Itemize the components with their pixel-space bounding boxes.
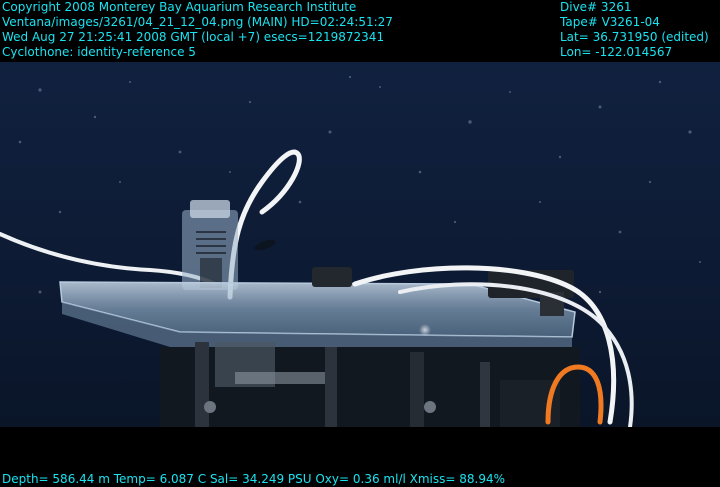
identity-text: Cyclothone: identity-reference 5 [2,45,196,59]
longitude-text: Lon= -122.014567 [560,45,673,59]
dive-number-text: Dive# 3261 [560,0,632,14]
mount-block-center [312,267,352,287]
video-frame: Copyright 2008 Monterey Bay Aquarium Res… [0,0,720,486]
tape-number-text: Tape# V3261-04 [560,15,660,29]
light-reflection [419,324,431,336]
image-path-text: Ventana/images/3261/04_21_12_04.png (MAI… [2,15,393,29]
underwater-scene [0,62,720,427]
copyright-text: Copyright 2008 Monterey Bay Aquarium Res… [2,0,357,14]
sampler-frame [160,342,580,427]
overlay-top-left: Copyright 2008 Monterey Bay Aquarium Res… [2,0,393,60]
valve-assembly [182,200,238,290]
sensor-readout-text: Depth= 586.44 m Temp= 6.087 C Sal= 34.24… [2,472,506,486]
overlay-top-right: Dive# 3261 Tape# V3261-04 Lat= 36.731950… [560,0,709,60]
latitude-text: Lat= 36.731950 (edited) [560,30,709,44]
overlay-bottom: Depth= 586.44 m Temp= 6.087 C Sal= 34.24… [2,472,505,487]
timestamp-text: Wed Aug 27 21:25:41 2008 GMT (local +7) … [2,30,385,44]
